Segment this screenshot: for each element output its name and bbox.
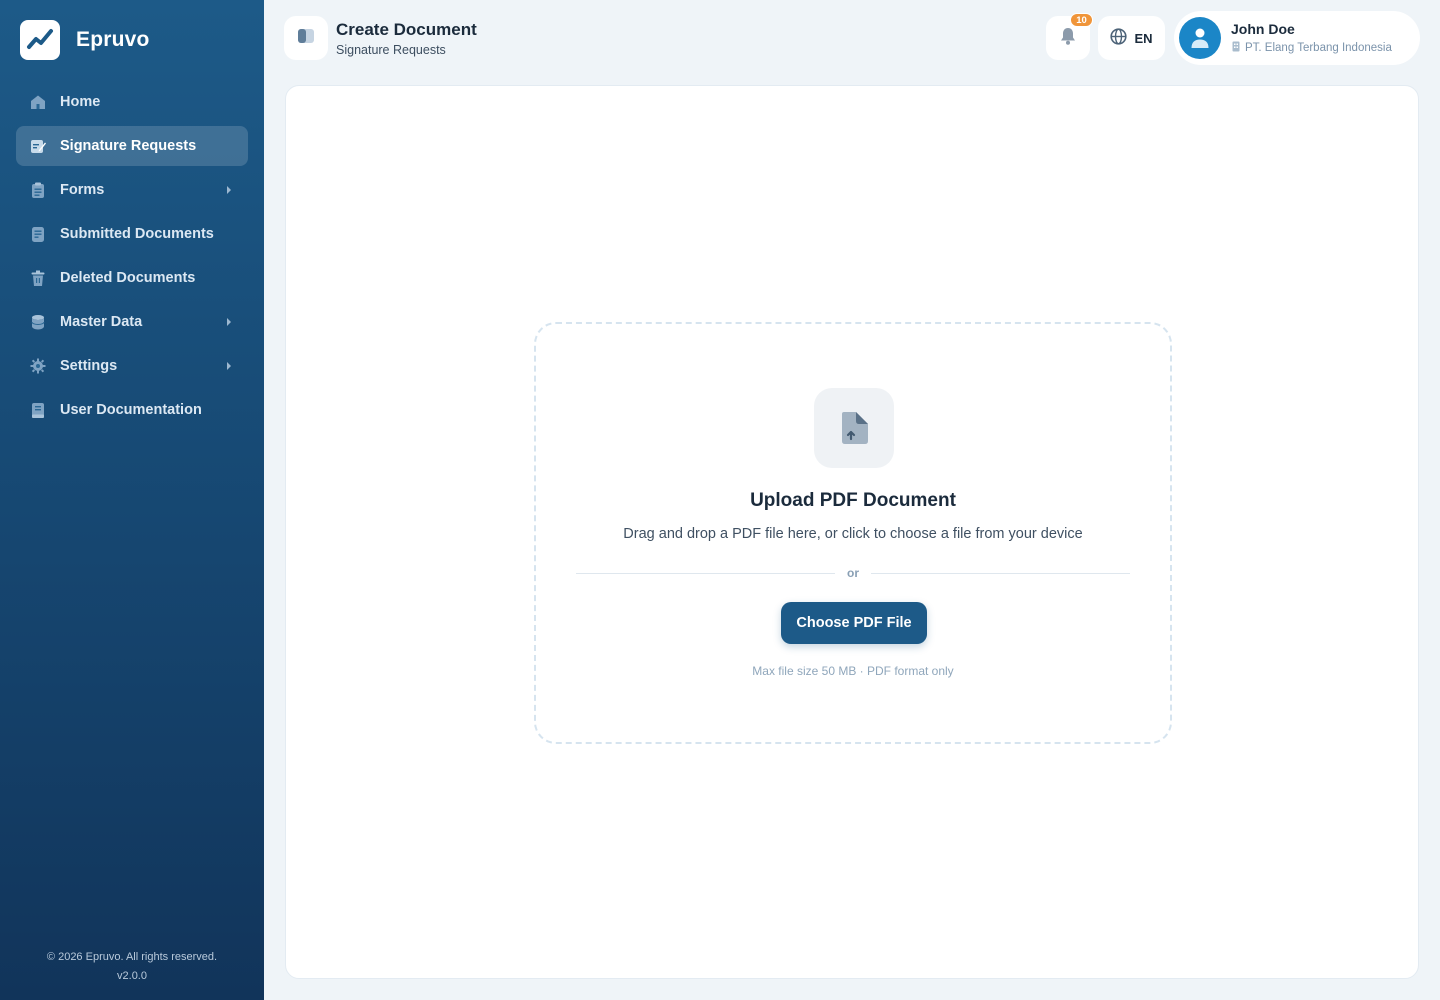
sidebar-item-settings[interactable]: Settings	[16, 346, 248, 386]
page-title: Create Document	[336, 20, 477, 39]
user-profile-menu[interactable]: John Doe PT. Elang Terbang Indonesia	[1174, 11, 1420, 65]
user-organization: PT. Elang Terbang Indonesia	[1231, 41, 1392, 55]
building-icon	[1231, 41, 1241, 55]
sidebar-item-label: Home	[60, 94, 101, 110]
trash-icon	[30, 270, 46, 286]
language-code: EN	[1134, 30, 1153, 46]
divider-line	[576, 572, 835, 574]
file-upload-icon	[814, 388, 894, 468]
copyright-text: © 2026 Epruvo. All rights reserved.	[46, 951, 218, 963]
sidebar-item-deleted-documents[interactable]: Deleted Documents	[16, 258, 248, 298]
user-info: John Doe PT. Elang Terbang Indonesia	[1231, 21, 1392, 55]
sidebar-footer: © 2026 Epruvo. All rights reserved. v2.0…	[0, 948, 264, 986]
brand[interactable]: Epruvo	[20, 20, 150, 60]
user-name: John Doe	[1231, 21, 1295, 37]
sidebar-item-signature-requests[interactable]: Signature Requests	[16, 126, 248, 166]
sidebar-item-user-documentation[interactable]: User Documentation	[16, 390, 248, 430]
choose-pdf-file-button[interactable]: Choose PDF File	[781, 602, 927, 644]
sidebar-item-submitted-documents[interactable]: Submitted Documents	[16, 214, 248, 254]
organization-name: PT. Elang Terbang Indonesia	[1245, 42, 1392, 54]
sidebar-item-master-data[interactable]: Master Data	[16, 302, 248, 342]
sidebar-item-label: Forms	[60, 182, 105, 198]
upload-description: Drag and drop a PDF file here, or click …	[623, 526, 1083, 542]
gear-icon	[30, 358, 46, 374]
chevron-right-icon	[224, 317, 234, 327]
divider-text: or	[847, 566, 859, 580]
upload-title: Upload PDF Document	[750, 490, 956, 511]
sidebar-item-label: Signature Requests	[60, 138, 197, 154]
sidebar-item-label: Settings	[60, 358, 118, 374]
sidebar-item-label: Submitted Documents	[60, 226, 214, 242]
home-icon	[30, 94, 46, 110]
main-content-card: Upload PDF Document Drag and drop a PDF …	[285, 85, 1419, 979]
brand-name: Epruvo	[76, 28, 150, 51]
upload-constraints-note: Max file size 50 MB · PDF format only	[752, 664, 954, 678]
sidebar-item-label: Deleted Documents	[60, 270, 196, 286]
version-text: v2.0.0	[117, 970, 147, 982]
avatar	[1179, 17, 1221, 59]
notification-count-badge: 10	[1070, 13, 1093, 27]
language-selector[interactable]: EN	[1098, 16, 1165, 60]
signature-icon	[30, 138, 46, 154]
divider-line	[871, 572, 1130, 574]
document-icon	[30, 226, 46, 242]
database-icon	[30, 314, 46, 330]
sidebar-item-label: Master Data	[60, 314, 143, 330]
page-heading: Create Document Signature Requests	[336, 20, 477, 57]
sidebar-nav: Home Signature Requests Forms Submitted …	[16, 82, 248, 434]
sidebar-item-label: User Documentation	[60, 402, 202, 418]
logo-chart-icon	[20, 20, 60, 60]
book-icon	[30, 402, 46, 418]
sidebar: Epruvo Home Signature Requests Forms Sub…	[0, 0, 264, 1000]
globe-icon	[1110, 28, 1128, 48]
or-divider: or	[576, 566, 1130, 580]
chevron-right-icon	[224, 361, 234, 371]
breadcrumb: Signature Requests	[336, 43, 446, 57]
chevron-right-icon	[224, 185, 234, 195]
sidebar-toggle-button[interactable]	[284, 16, 328, 60]
sidebar-toggle-icon	[297, 28, 315, 49]
sidebar-item-home[interactable]: Home	[16, 82, 248, 122]
clipboard-icon	[30, 182, 46, 198]
bell-icon	[1059, 26, 1077, 51]
pdf-dropzone[interactable]: Upload PDF Document Drag and drop a PDF …	[534, 322, 1172, 744]
sidebar-item-forms[interactable]: Forms	[16, 170, 248, 210]
